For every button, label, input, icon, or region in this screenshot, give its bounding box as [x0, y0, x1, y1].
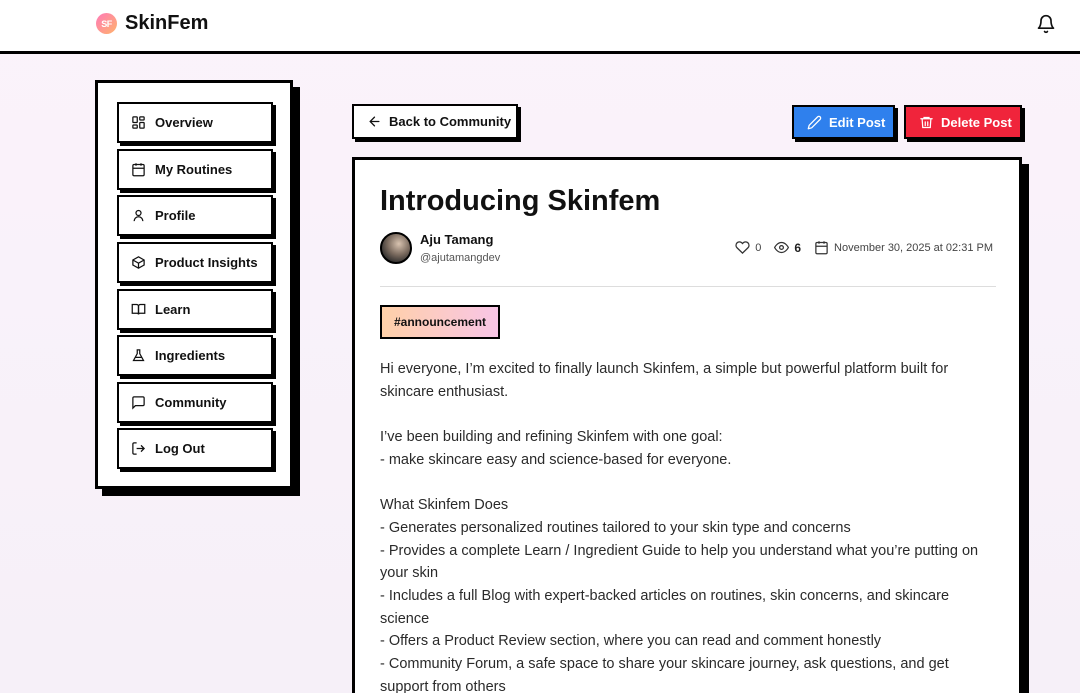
edit-button-label: Edit Post — [829, 114, 886, 130]
brand[interactable]: SF SkinFem — [96, 12, 208, 35]
bell-icon[interactable] — [1036, 14, 1056, 34]
post-paragraph: I’ve been building and refining Skinfem … — [380, 429, 723, 446]
author-name[interactable]: Aju Tamang — [420, 232, 493, 247]
sidebar-item-my-routines[interactable]: My Routines — [117, 149, 273, 190]
sidebar-item-label: Profile — [155, 208, 196, 223]
post-body: Hi everyone, I’m excited to finally laun… — [380, 358, 992, 693]
view-count-group: 6 — [774, 240, 801, 255]
sidebar-item-log-out[interactable]: Log Out — [117, 428, 273, 469]
flask-icon — [132, 349, 145, 362]
heart-icon — [735, 241, 750, 254]
sidebar-item-label: Overview — [155, 115, 213, 130]
like-count: 0 — [755, 241, 762, 254]
post-paragraph: What Skinfem Does — [380, 497, 509, 514]
sidebar-item-label: Log Out — [155, 441, 205, 456]
delete-post-button[interactable]: Delete Post — [904, 105, 1022, 139]
post-paragraph: - Includes a full Blog with expert-backe… — [380, 588, 950, 627]
post-meta: 0 6 November 30, 2025 at 02:31 PM — [735, 240, 993, 255]
delete-button-label: Delete Post — [941, 114, 1012, 130]
sidebar-item-product-insights[interactable]: Product Insights — [117, 242, 273, 283]
post-paragraph: - Offers a Product Review section, where… — [380, 633, 882, 650]
divider — [380, 286, 996, 287]
post-title: Introducing Skinfem — [380, 185, 661, 217]
pencil-icon — [807, 115, 822, 129]
post-card: Introducing Skinfem Aju Tamang @ajutaman… — [352, 157, 1022, 693]
sidebar-item-label: Ingredients — [155, 348, 226, 363]
view-count: 6 — [794, 240, 802, 255]
tag-badge[interactable]: #announcement — [380, 305, 501, 339]
brand-logo: SF — [96, 13, 117, 34]
arrow-left-icon — [369, 116, 380, 127]
post-date-group: November 30, 2025 at 02:31 PM — [814, 240, 993, 255]
post-paragraph: - Generates personalized routines tailor… — [380, 519, 851, 536]
edit-post-button[interactable]: Edit Post — [792, 105, 895, 139]
message-icon — [132, 396, 145, 410]
post-paragraph: Hi everyone, I’m excited to finally laun… — [380, 361, 949, 400]
back-button-label: Back to Community — [389, 114, 512, 129]
like-button[interactable]: 0 — [735, 240, 761, 255]
sidebar-item-label: Learn — [155, 302, 191, 317]
sidebar-item-community[interactable]: Community — [117, 382, 273, 423]
calendar-icon — [815, 241, 828, 255]
sidebar-item-profile[interactable]: Profile — [117, 195, 273, 236]
sidebar-item-label: My Routines — [155, 162, 233, 177]
avatar[interactable] — [380, 232, 412, 264]
grid-icon — [132, 116, 145, 129]
user-icon — [133, 209, 144, 222]
post-paragraph — [380, 403, 992, 426]
back-to-community-button[interactable]: Back to Community — [352, 104, 518, 139]
trash-icon — [920, 116, 933, 128]
brand-name: SkinFem — [125, 12, 209, 34]
book-icon — [131, 303, 146, 315]
top-header: SF SkinFem — [0, 0, 1080, 54]
sidebar-item-overview[interactable]: Overview — [117, 102, 273, 143]
logout-icon — [132, 442, 146, 455]
post-paragraph: - Provides a complete Learn / Ingredient… — [380, 542, 979, 582]
sidebar-item-label: Community — [155, 395, 227, 410]
box-icon — [132, 256, 145, 269]
eye-icon — [774, 241, 790, 254]
sidebar-item-label: Product Insights — [155, 255, 258, 270]
post-date: November 30, 2025 at 02:31 PM — [834, 241, 993, 254]
post-paragraph: - Community Forum, a safe space to share… — [380, 656, 949, 693]
post-paragraph — [380, 472, 992, 495]
author-handle: @ajutamangdev — [420, 252, 501, 264]
sidebar-nav: Overview My Routines Profile Product Ins… — [95, 80, 293, 489]
calendar-icon — [132, 163, 145, 177]
post-paragraph: - make skincare easy and science-based f… — [380, 451, 732, 468]
sidebar-item-learn[interactable]: Learn — [117, 289, 273, 330]
sidebar-item-ingredients[interactable]: Ingredients — [117, 335, 273, 376]
